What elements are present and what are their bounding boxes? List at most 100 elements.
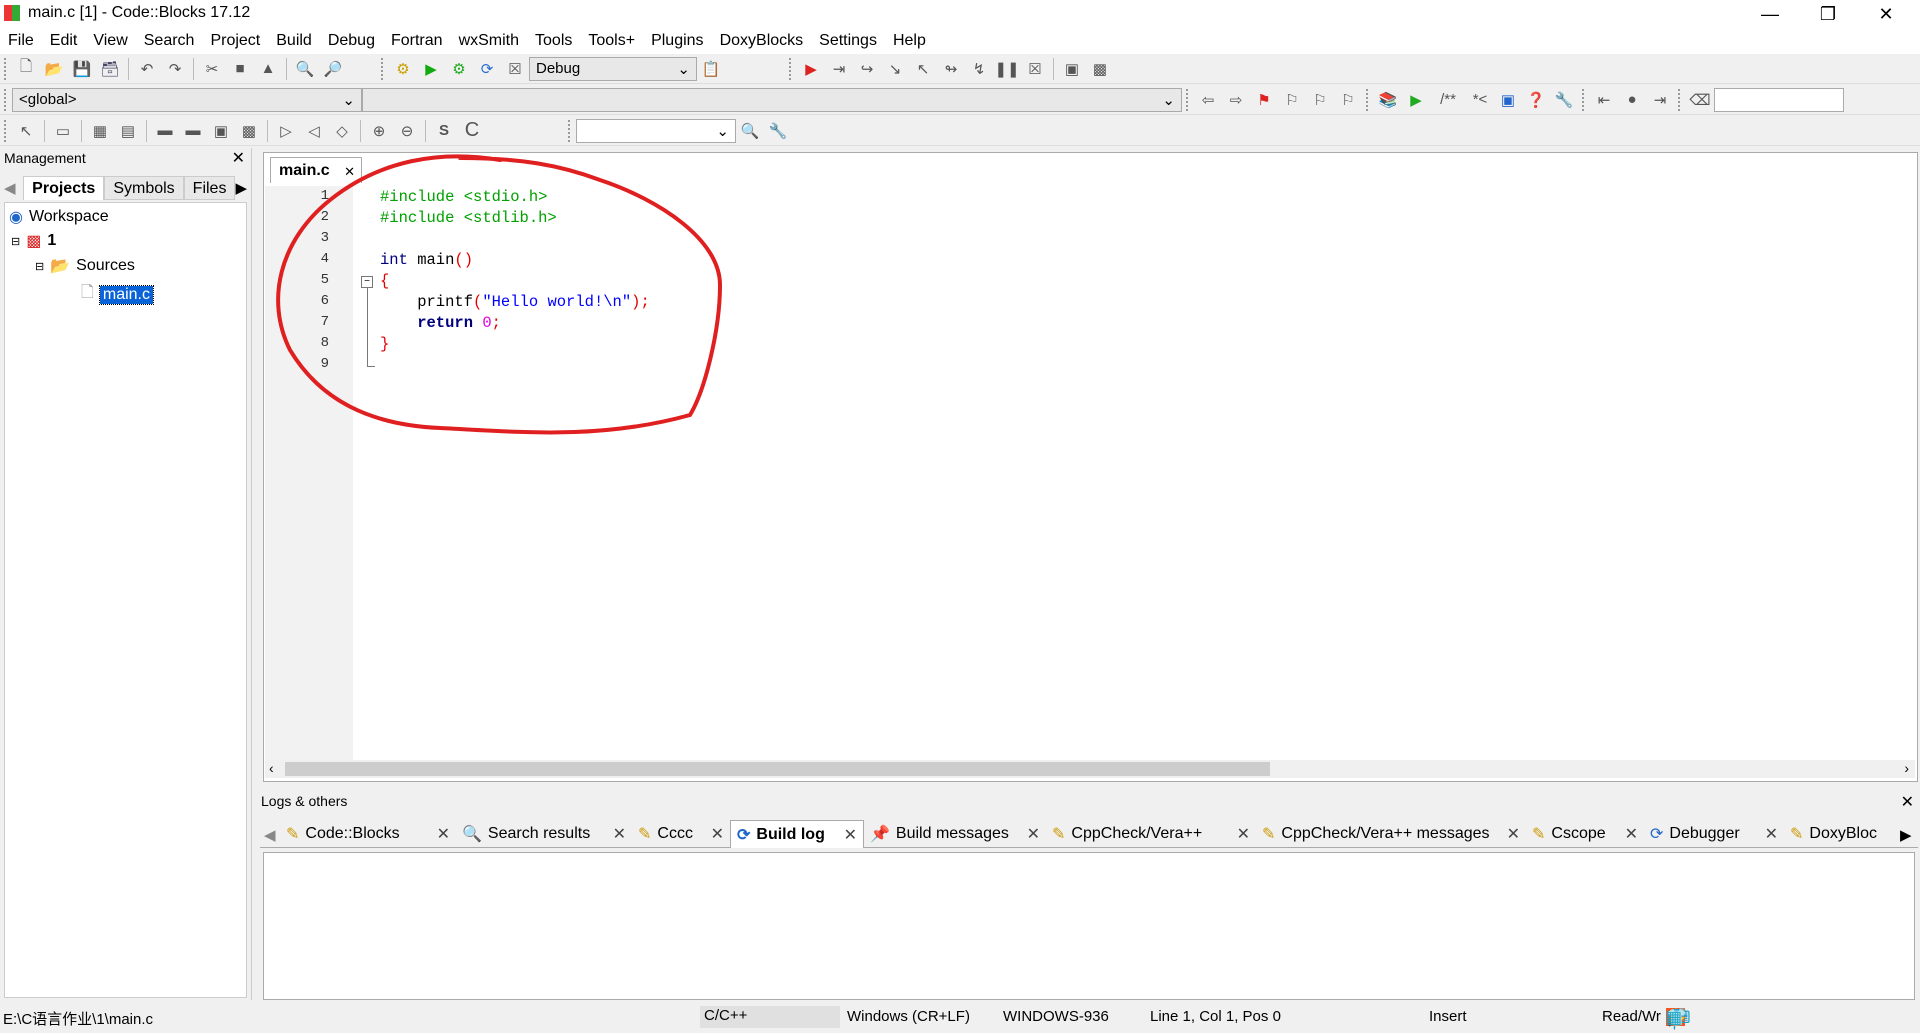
editor-horizontal-scrollbar[interactable]: ‹ › xyxy=(265,760,1915,778)
menu-help[interactable]: Help xyxy=(893,32,926,50)
tab-doxyblocks[interactable]: ✎ DoxyBloc xyxy=(1784,820,1900,848)
collapse-icon[interactable]: ⊟ xyxy=(35,260,44,273)
expand-both-icon[interactable]: ◇ xyxy=(331,120,353,142)
sizer-c-icon[interactable]: C xyxy=(461,119,483,142)
close-icon[interactable]: ✕ xyxy=(1027,824,1040,844)
find-icon[interactable]: 🔍 xyxy=(294,58,316,80)
bookmark-next-icon[interactable]: ⚐ xyxy=(1309,89,1331,111)
copy-icon[interactable]: ■ xyxy=(229,58,251,80)
menu-debug[interactable]: Debug xyxy=(328,32,375,50)
save-icon[interactable]: 💾 xyxy=(71,58,93,80)
widget-bitmap-icon[interactable]: ▦ xyxy=(89,120,111,142)
close-icon[interactable]: ✕ xyxy=(1625,824,1638,844)
save-all-icon[interactable]: 🗃 xyxy=(99,58,121,80)
scrollbar-thumb[interactable] xyxy=(285,762,1270,776)
new-file-icon[interactable]: 🗋 xyxy=(15,58,37,80)
menu-settings[interactable]: Settings xyxy=(819,32,877,50)
close-icon[interactable]: ✕ xyxy=(437,824,450,844)
ime-menu-icon[interactable]: ▦ xyxy=(1666,1008,1682,1028)
tab-cppcheck[interactable]: ✎ CppCheck/Vera++ ✕ xyxy=(1046,820,1256,848)
jump-back-icon[interactable]: ⇤ xyxy=(1593,89,1615,111)
code-line-1[interactable]: #include <stdio.h> xyxy=(380,188,547,206)
menu-build[interactable]: Build xyxy=(276,32,312,50)
search-combo[interactable]: ⌄ xyxy=(576,118,736,143)
align-fill-icon[interactable]: ▩ xyxy=(238,120,260,142)
close-icon[interactable]: ✕ xyxy=(1901,792,1914,812)
tab-scroll-left-icon[interactable]: ◀ xyxy=(264,826,276,844)
menu-doxyblocks[interactable]: DoxyBlocks xyxy=(720,32,804,50)
tab-files[interactable]: Files xyxy=(183,176,236,200)
menu-view[interactable]: View xyxy=(93,32,127,50)
build-icon[interactable]: ⚙ xyxy=(392,58,414,80)
menu-tools[interactable]: Tools xyxy=(535,32,572,50)
tab-debugger[interactable]: ⟳ Debugger ✕ xyxy=(1644,820,1784,848)
scroll-left-icon[interactable]: ‹ xyxy=(269,760,274,776)
expand-left-icon[interactable]: ▷ xyxy=(275,120,297,142)
target-options-icon[interactable]: 📋 xyxy=(700,58,722,80)
tab-scroll-right-icon[interactable]: ▶ xyxy=(1900,826,1912,844)
search-icon[interactable]: 🔍 xyxy=(739,120,761,142)
toolbar-grip[interactable] xyxy=(381,57,385,80)
menu-wxsmith[interactable]: wxSmith xyxy=(459,32,519,50)
build-target-select[interactable]: Debug ⌄ xyxy=(529,56,697,81)
widget-frame-icon[interactable]: ▭ xyxy=(52,120,74,142)
close-icon[interactable]: ✕ xyxy=(711,824,724,844)
run-icon[interactable]: ▶ xyxy=(420,58,442,80)
stop-icon[interactable]: ☒ xyxy=(1024,58,1046,80)
minimize-button[interactable]: — xyxy=(1742,0,1798,28)
code-line-5[interactable]: { xyxy=(380,272,389,290)
run-to-cursor-icon[interactable]: ⇥ xyxy=(828,58,850,80)
restore-button[interactable]: ❐ xyxy=(1800,0,1856,28)
paste-icon[interactable]: ▲ xyxy=(257,58,279,80)
build-run-icon[interactable]: ⚙ xyxy=(448,58,470,80)
close-icon[interactable]: ✕ xyxy=(1765,824,1778,844)
close-icon[interactable]: ✕ xyxy=(232,148,245,168)
abort-icon[interactable]: ☒ xyxy=(504,58,526,80)
zoom-in-icon[interactable]: ⊕ xyxy=(368,120,390,142)
pause-icon[interactable]: ❚❚ xyxy=(994,58,1019,80)
tree-folder-sources[interactable]: ⊟ 📂 Sources xyxy=(35,256,135,276)
code-line-6[interactable]: printf("Hello world!\n"); xyxy=(380,293,650,311)
tab-search-results[interactable]: 🔍 Search results ✕ xyxy=(456,820,632,848)
tree-project[interactable]: ⊟ ▩ 1 xyxy=(11,231,56,251)
clear-search-icon[interactable]: ⌫ xyxy=(1689,89,1711,111)
tab-cscope[interactable]: ✎ Cscope ✕ xyxy=(1526,820,1644,848)
code-line-2[interactable]: #include <stdlib.h> xyxy=(380,209,557,227)
code-line-4[interactable]: int main() xyxy=(380,251,473,269)
editor-area[interactable] xyxy=(263,152,1918,782)
scope-select[interactable]: <global> ⌄ xyxy=(12,87,362,112)
tree-file-main-c[interactable]: 🗋 main.c xyxy=(81,281,155,308)
doxy-wizard-icon[interactable]: 📚 xyxy=(1377,89,1399,111)
step-into-icon[interactable]: ↘ xyxy=(884,58,906,80)
bookmark-prev-icon[interactable]: ⚐ xyxy=(1281,89,1303,111)
widget-text-icon[interactable]: ▤ xyxy=(117,120,139,142)
menu-plugins[interactable]: Plugins xyxy=(651,32,703,50)
tab-cccc[interactable]: ✎ Cccc ✕ xyxy=(632,820,730,848)
function-select[interactable]: ⌄ xyxy=(362,87,1182,112)
doxy-chm-icon[interactable]: ❓ xyxy=(1525,89,1547,111)
replace-icon[interactable]: 🔎 xyxy=(322,58,344,80)
tab-build-messages[interactable]: 📌 Build messages ✕ xyxy=(864,820,1046,848)
doxy-extract-icon[interactable]: ▶ xyxy=(1405,89,1427,111)
code-line-7[interactable]: return 0; xyxy=(380,314,501,332)
cut-icon[interactable]: ✂ xyxy=(201,58,223,80)
debug-info-icon[interactable]: ▩ xyxy=(1089,58,1111,80)
collapse-icon[interactable]: ⊟ xyxy=(11,235,20,248)
menu-file[interactable]: File xyxy=(8,32,34,50)
build-log-content[interactable] xyxy=(263,852,1915,1000)
menu-search[interactable]: Search xyxy=(144,32,195,50)
menu-fortran[interactable]: Fortran xyxy=(391,32,443,50)
block-comment-icon[interactable]: /** xyxy=(1433,89,1463,111)
incremental-search-input[interactable] xyxy=(1714,87,1844,112)
expand-right-icon[interactable]: ◁ xyxy=(303,120,325,142)
debug-start-icon[interactable]: ▶ xyxy=(800,58,822,80)
tab-scroll-left-icon[interactable]: ◀ xyxy=(4,179,23,197)
tab-symbols[interactable]: Symbols xyxy=(104,176,184,200)
debug-windows-icon[interactable]: ▣ xyxy=(1061,58,1083,80)
fold-marker-icon[interactable]: − xyxy=(361,276,373,288)
pointer-icon[interactable]: ↖ xyxy=(15,120,37,142)
doxy-html-icon[interactable]: ▣ xyxy=(1497,89,1519,111)
tree-workspace[interactable]: ◉ Workspace xyxy=(9,207,109,227)
forward-icon[interactable]: ⇨ xyxy=(1225,89,1247,111)
step-out-icon[interactable]: ↖ xyxy=(912,58,934,80)
